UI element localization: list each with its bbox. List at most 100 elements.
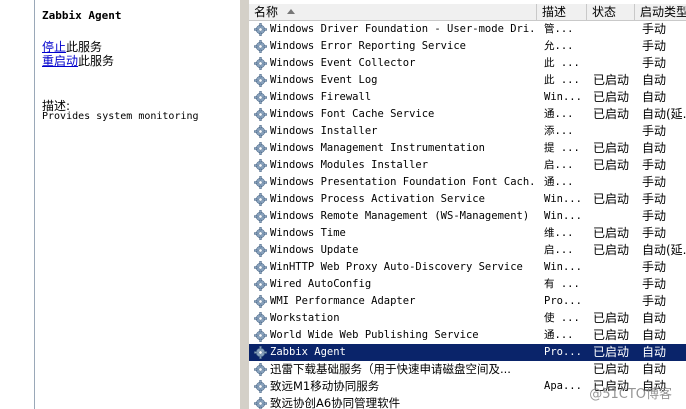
service-gear-icon [254, 193, 267, 206]
service-description: 通... [544, 108, 574, 120]
service-status [593, 259, 639, 276]
service-startup-type: 自动 [642, 311, 667, 325]
service-row[interactable]: WMI Performance Adapter Pro... 手动 [249, 293, 686, 310]
service-row[interactable]: Windows Event Collector 此 ... 手动 [249, 55, 686, 72]
description-text: Provides system monitoring [42, 111, 199, 122]
service-name: Windows Event Log [270, 74, 378, 86]
service-gear-icon [254, 363, 267, 376]
service-name: Windows Process Activation Service [270, 193, 485, 205]
stop-service-link[interactable]: 停止 [42, 40, 66, 54]
service-name: Windows Modules Installer [270, 159, 429, 171]
service-startup-type: 自动(延... [642, 243, 686, 257]
service-row[interactable]: Windows Font Cache Service 通... 已启动自动(延... [249, 106, 686, 123]
service-row[interactable]: Windows Time 维... 已启动 手动 [249, 225, 686, 242]
service-description: 通... [544, 329, 574, 341]
service-gear-icon [254, 159, 267, 172]
service-row[interactable]: Workstation 使 ... 已启动 自动 [249, 310, 686, 327]
service-row[interactable]: Wired AutoConfig 有 ... 手动 [249, 276, 686, 293]
service-name: Windows Remote Management (WS-Management… [270, 210, 530, 222]
service-description: 通... [544, 176, 574, 188]
service-name: Windows Firewall [270, 91, 372, 103]
service-description: 此 ... [544, 57, 580, 69]
service-name: Windows Time [270, 227, 346, 239]
watermark: @51CTO博客 [589, 387, 672, 402]
restart-service-suffix: 此服务 [78, 54, 115, 68]
service-description [544, 395, 588, 409]
service-row[interactable]: Windows Driver Foundation - User-mode Dr… [249, 21, 686, 38]
service-description: 启... [544, 159, 574, 171]
service-status: 已启动 [593, 345, 630, 359]
service-startup-type: 自动 [642, 141, 667, 155]
service-gear-icon [254, 40, 267, 53]
service-gear-icon [254, 125, 267, 138]
service-row[interactable]: Windows Firewall Win... 已启动 自动 [249, 89, 686, 106]
service-gear-icon [254, 23, 267, 36]
service-description: 添... [544, 125, 574, 137]
service-status: 已启动 [593, 158, 630, 172]
service-description: 此 ... [544, 74, 580, 86]
service-description: 提 ... [544, 142, 580, 154]
column-header-startup[interactable]: 启动类型 [635, 4, 686, 20]
service-row[interactable]: Windows Error Reporting Service 允... 手动 [249, 38, 686, 55]
service-status: 已启动 [593, 90, 630, 104]
service-status: 已启动 [593, 311, 630, 325]
service-name: Windows Event Collector [270, 57, 416, 69]
service-row[interactable]: Zabbix Agent Pro... 已启动 自动 [249, 344, 686, 361]
service-name: Windows Font Cache Service [270, 108, 435, 120]
column-header-status[interactable]: 状态 [587, 4, 635, 20]
service-startup-type: 手动 [642, 209, 667, 223]
column-name-label: 名称 [254, 5, 279, 19]
sort-ascending-icon [287, 9, 295, 14]
service-startup-type: 手动 [642, 294, 667, 308]
service-name: Windows Driver Foundation - User-mode Dr… [270, 23, 538, 35]
service-row[interactable]: Windows Event Log 此 ... 已启动 自动 [249, 72, 686, 89]
service-row[interactable]: Windows Management Instrumentation 提 ... 已… [249, 140, 686, 157]
service-row[interactable]: Windows Installer 添... 手动 [249, 123, 686, 140]
service-name: Windows Management Instrumentation [270, 142, 485, 154]
service-row[interactable]: Windows Modules Installer 启... 已启动 手动 [249, 157, 686, 174]
service-startup-type: 自动 [642, 90, 667, 104]
pane-splitter[interactable] [240, 0, 249, 409]
service-status: 已启动 [593, 73, 630, 87]
service-status: 已启动 [593, 192, 630, 206]
service-gear-icon [254, 397, 267, 409]
service-row[interactable]: Windows Presentation Foundation Font Cac… [249, 174, 686, 191]
service-startup-type: 手动 [642, 39, 667, 53]
service-row[interactable]: World Wide Web Publishing Service 通... 已启动… [249, 327, 686, 344]
left-margin [0, 0, 34, 409]
service-gear-icon [254, 91, 267, 104]
service-status: 已启动 [593, 107, 630, 121]
service-gear-icon [254, 329, 267, 342]
service-description: 使 ... [544, 312, 580, 324]
service-name: Windows Error Reporting Service [270, 40, 466, 52]
service-row[interactable]: 迅雷下载基础服务（用于快速申请磁盘空间及... 已启动 自动 [249, 361, 686, 378]
service-startup-type: 手动 [642, 124, 667, 138]
service-description: 维... [544, 227, 574, 239]
service-status: 已启动 [593, 141, 630, 155]
service-description: 启... [544, 244, 574, 256]
service-action-links: 停止此服务 重启动此服务 [42, 40, 114, 68]
stop-service-suffix: 此服务 [66, 40, 103, 54]
service-status [593, 208, 639, 225]
service-startup-type: 自动 [642, 73, 667, 87]
column-header-name[interactable]: 名称 [249, 4, 537, 20]
service-name: Windows Presentation Foundation Font Cac… [270, 176, 538, 188]
service-row[interactable]: Windows Update 启... 已启动自动(延... [249, 242, 686, 259]
service-row[interactable]: Windows Remote Management (WS-Management… [249, 208, 686, 225]
service-description: Win... [544, 193, 582, 205]
service-gear-icon [254, 346, 267, 359]
service-startup-type: 自动 [642, 345, 667, 359]
service-description: Pro... [544, 295, 582, 307]
service-status: 已启动 [593, 328, 630, 342]
restart-service-link[interactable]: 重启动 [42, 54, 78, 68]
service-row[interactable]: Windows Process Activation Service Win...… [249, 191, 686, 208]
service-status [593, 293, 639, 310]
service-row[interactable]: WinHTTP Web Proxy Auto-Discovery Service… [249, 259, 686, 276]
service-name: Workstation [270, 312, 340, 324]
selected-service-title: Zabbix Agent [42, 9, 122, 22]
service-startup-type: 自动(延... [642, 107, 686, 121]
services-list: 名称 描述 状态 启动类型 Windows Driver Foundation … [249, 0, 686, 409]
service-description: Win... [544, 91, 582, 103]
column-header-description[interactable]: 描述 [537, 4, 587, 20]
service-description: Pro... [544, 346, 582, 358]
